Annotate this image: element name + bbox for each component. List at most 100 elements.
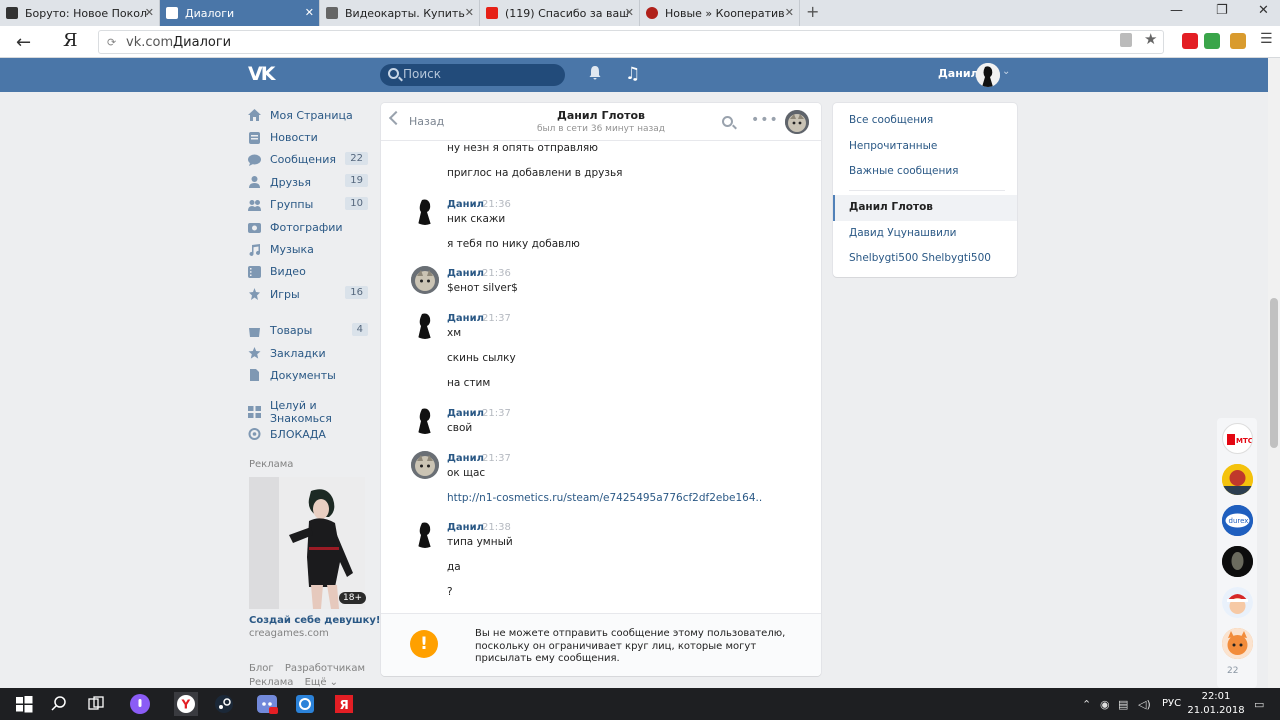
sidebar-item-photos[interactable]: Фотографии: [248, 216, 370, 238]
browser-tab[interactable]: (119) Спасибо за вашу слу ✕: [480, 0, 640, 26]
sidebar-item-my-page[interactable]: Моя Страница: [248, 104, 370, 126]
yandex-logo[interactable]: Я: [63, 30, 78, 51]
footer-link-ads[interactable]: Реклама: [249, 677, 293, 688]
windows-start-icon[interactable]: [12, 692, 36, 716]
footer-link-developers[interactable]: Разработчикам: [285, 663, 365, 674]
search-icon[interactable]: [47, 692, 71, 716]
close-icon[interactable]: ✕: [465, 6, 474, 19]
clock-date[interactable]: 21.01.2018: [1186, 705, 1246, 716]
volume-icon[interactable]: ◁): [1138, 698, 1151, 711]
url-field[interactable]: ⟳ vk.com Диалоги: [98, 30, 1164, 54]
scrollbar-thumb[interactable]: [1270, 298, 1278, 448]
search-icon[interactable]: [722, 116, 733, 127]
sidebar-item-messages[interactable]: Сообщения 22: [248, 149, 370, 171]
sidebar-item-news[interactable]: Новости: [248, 126, 370, 148]
alice-icon[interactable]: [128, 692, 152, 716]
close-icon[interactable]: ✕: [625, 6, 634, 19]
yandex-browser-icon[interactable]: Y: [174, 692, 198, 716]
avatar[interactable]: [411, 266, 439, 294]
clock-time[interactable]: 22:01: [1196, 691, 1236, 702]
sidebar-item-groups[interactable]: Группы 10: [248, 194, 370, 216]
steam-icon[interactable]: [212, 692, 236, 716]
message-history[interactable]: ну незн я опять отправляю приглос на доб…: [381, 141, 821, 613]
extension-icon[interactable]: [1182, 33, 1198, 49]
star-icon[interactable]: ★: [1144, 30, 1157, 48]
avatar[interactable]: [411, 520, 439, 548]
new-tab-icon[interactable]: +: [806, 2, 819, 21]
music-icon[interactable]: ♫: [625, 64, 640, 84]
chat-avatar-mts[interactable]: МТС: [1222, 423, 1253, 454]
chat-avatar-durex[interactable]: durex: [1222, 505, 1253, 536]
footer-link-blog[interactable]: Блог: [249, 663, 274, 674]
message-link[interactable]: http://n1-cosmetics.ru/steam/e7425495a77…: [447, 492, 762, 504]
footer-link-more[interactable]: Ещё ⌄: [305, 677, 338, 688]
ad-domain[interactable]: creagames.com: [249, 628, 329, 639]
dialog-item-glotov[interactable]: Данил Глотов: [849, 201, 933, 213]
avatar[interactable]: [411, 197, 439, 225]
sidebar-item-games[interactable]: Игры 16: [248, 283, 370, 305]
filter-important[interactable]: Важные сообщения: [849, 165, 959, 177]
minimize-icon[interactable]: —: [1170, 3, 1183, 18]
extension-icon[interactable]: [1204, 33, 1220, 49]
avatar[interactable]: [411, 451, 439, 479]
yandex-icon[interactable]: Я: [332, 692, 356, 716]
dialog-item-davit[interactable]: Давид Уцунашвили: [849, 227, 956, 239]
message-text: ок щас: [447, 467, 486, 479]
lock-icon[interactable]: [1120, 33, 1132, 47]
sidebar-item-goods[interactable]: Товары 4: [248, 320, 370, 342]
browser-tab[interactable]: Боруто: Новое Поколение ✕: [0, 0, 160, 26]
scrollbar[interactable]: [1268, 58, 1280, 688]
browser-menu-icon[interactable]: ☰: [1260, 31, 1273, 47]
avatar[interactable]: [976, 63, 1000, 87]
sender-name[interactable]: Данил: [447, 199, 484, 210]
notifications-icon[interactable]: ▭: [1254, 698, 1264, 711]
dialog-item-shelbygti[interactable]: Shelbygti500 Shelbygti500: [849, 252, 991, 264]
bell-icon[interactable]: [588, 65, 602, 81]
sender-name[interactable]: Данил: [447, 453, 484, 464]
user-name[interactable]: Данил: [938, 67, 979, 80]
close-icon[interactable]: ✕: [145, 6, 154, 19]
discord-icon[interactable]: [255, 692, 279, 716]
sidebar-item-bookmarks[interactable]: Закладки: [248, 342, 370, 364]
close-icon[interactable]: ✕: [305, 6, 314, 19]
chat-avatar[interactable]: [1222, 546, 1253, 577]
tray-chevron-icon[interactable]: ⌃: [1082, 698, 1091, 711]
filter-unread[interactable]: Непрочитанные: [849, 140, 937, 152]
language-indicator[interactable]: РУС: [1162, 698, 1181, 709]
sender-name[interactable]: Данил: [447, 522, 484, 533]
steam-tray-icon[interactable]: ◉: [1100, 698, 1110, 711]
sidebar-item-app-kiss[interactable]: Целуй и Знакомься: [248, 399, 370, 425]
peer-avatar[interactable]: [785, 110, 809, 134]
sender-name[interactable]: Данил: [447, 313, 484, 324]
browser-tab-active[interactable]: Диалоги ✕: [160, 0, 320, 26]
chat-avatar[interactable]: [1222, 464, 1253, 495]
close-icon[interactable]: ✕: [785, 6, 794, 19]
sidebar-item-music[interactable]: Музыка: [248, 238, 370, 260]
sidebar-item-documents[interactable]: Документы: [248, 364, 370, 386]
close-window-icon[interactable]: ✕: [1258, 3, 1269, 18]
avatar[interactable]: [411, 406, 439, 434]
sender-name[interactable]: Данил: [447, 408, 484, 419]
browser-tab[interactable]: Новые » Кооператив » Нап ✕: [640, 0, 800, 26]
more-icon[interactable]: •••: [751, 112, 779, 128]
chevron-down-icon[interactable]: ⌄: [1002, 66, 1010, 77]
filter-all-messages[interactable]: Все сообщения: [849, 114, 933, 126]
extension-icon[interactable]: [1230, 33, 1246, 49]
network-icon[interactable]: ▤: [1118, 698, 1128, 711]
ad-title[interactable]: Создай себе девушку!: [249, 615, 380, 626]
task-view-icon[interactable]: [84, 692, 108, 716]
sidebar-item-friends[interactable]: Друзья 19: [248, 171, 370, 193]
restore-icon[interactable]: ❐: [1216, 3, 1228, 18]
uplay-icon[interactable]: [293, 692, 317, 716]
back-arrow-icon[interactable]: ←: [16, 32, 31, 53]
vk-logo[interactable]: VK: [248, 63, 276, 85]
browser-tab[interactable]: Видеокарты. Купить видео ✕: [320, 0, 480, 26]
sidebar-item-video[interactable]: Видео: [248, 261, 370, 283]
search-input[interactable]: Поиск: [380, 64, 565, 86]
sender-name[interactable]: Данил: [447, 268, 484, 279]
ad-image[interactable]: [249, 477, 365, 609]
avatar[interactable]: [411, 311, 439, 339]
chat-avatar[interactable]: [1222, 587, 1253, 618]
sidebar-item-app-blockade[interactable]: БЛОКАДА: [248, 423, 370, 445]
chat-avatar[interactable]: [1222, 628, 1253, 659]
